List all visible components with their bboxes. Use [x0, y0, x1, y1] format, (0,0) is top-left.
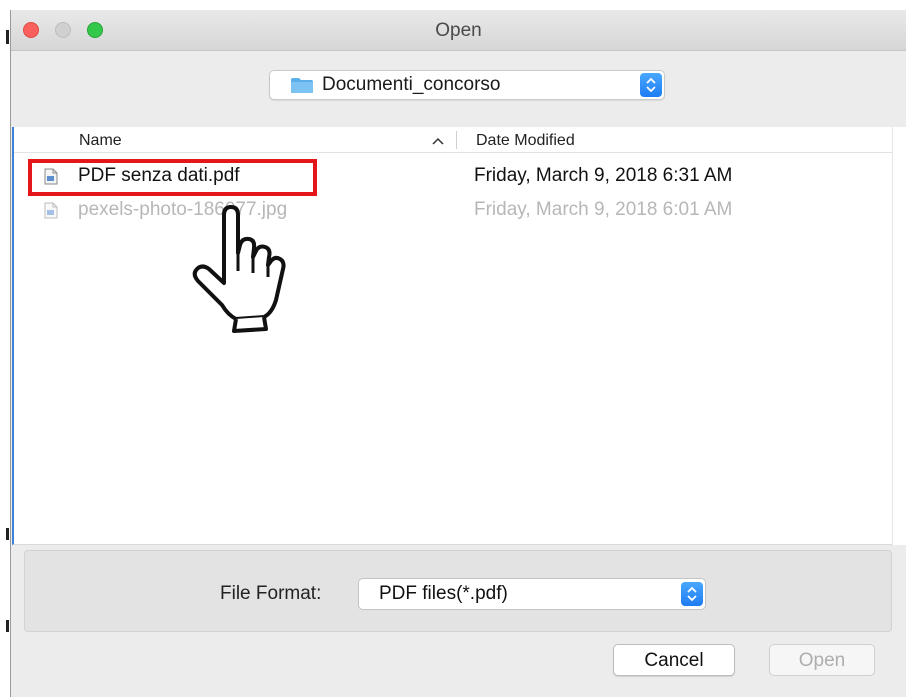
column-date-header[interactable]: Date Modified [476, 132, 575, 150]
file-format-label: File Format: [220, 583, 322, 604]
sort-ascending-icon[interactable] [432, 137, 444, 145]
location-dropdown[interactable]: Documenti_concorso [269, 70, 665, 100]
file-format-panel: File Format: PDF files(*.pdf) [24, 550, 892, 632]
file-list-scrollbar[interactable] [892, 127, 906, 545]
file-format-value: PDF files(*.pdf) [379, 583, 508, 604]
file-row-jpg: pexels-photo-186077.jpg Friday, March 9,… [14, 195, 892, 227]
edge-tick [6, 620, 9, 632]
cancel-button[interactable]: Cancel [613, 644, 735, 676]
background-edge [0, 0, 10, 697]
location-stepper-icon [640, 73, 662, 97]
edge-tick [6, 30, 9, 44]
file-format-dropdown[interactable]: PDF files(*.pdf) [358, 578, 706, 610]
folder-icon [291, 78, 313, 93]
document-icon [44, 202, 58, 219]
open-button[interactable]: Open [769, 644, 875, 676]
hand-pointer-icon [192, 205, 286, 333]
column-header: Name Date Modified [14, 127, 892, 153]
file-format-stepper-icon [681, 582, 703, 606]
file-date: Friday, March 9, 2018 6:31 AM [474, 165, 733, 186]
column-separator[interactable] [456, 131, 457, 149]
column-name-header[interactable]: Name [79, 132, 122, 150]
location-label: Documenti_concorso [322, 74, 501, 95]
open-dialog: Open Documenti_concorso Name Date Modifi… [10, 10, 906, 697]
file-date: Friday, March 9, 2018 6:01 AM [474, 199, 733, 220]
window-title: Open [435, 20, 482, 41]
file-list[interactable]: Name Date Modified PDF senza dati.pdf Fr… [12, 127, 906, 545]
highlight-annotation [28, 159, 317, 196]
edge-tick [6, 528, 9, 540]
title-bar: Open [11, 10, 906, 51]
